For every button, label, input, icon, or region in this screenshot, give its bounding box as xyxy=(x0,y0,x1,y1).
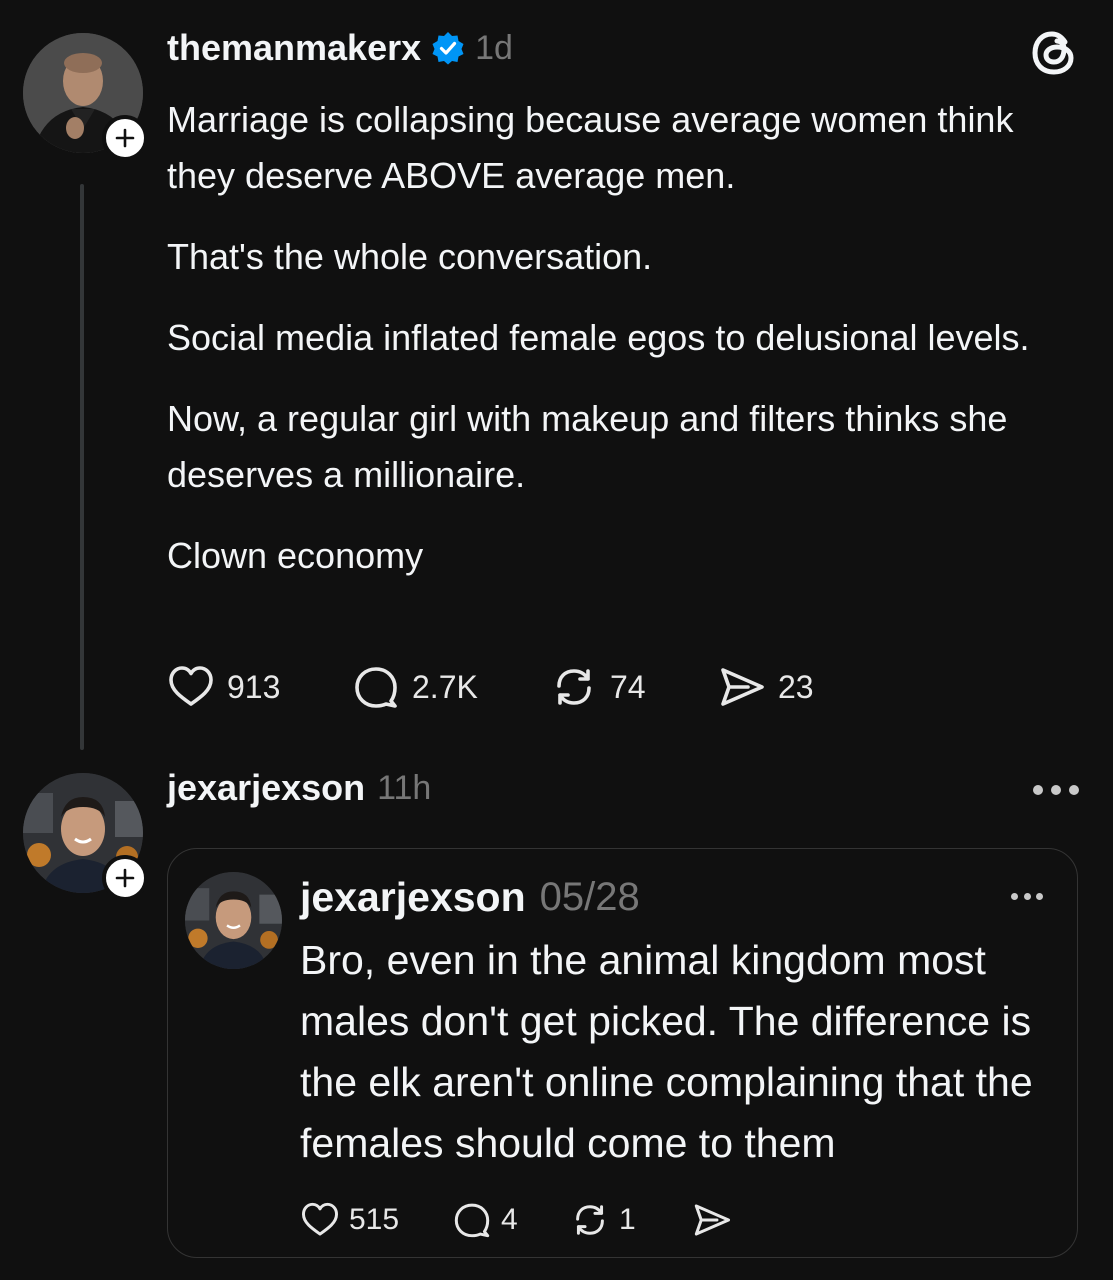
repost-button[interactable]: 1 xyxy=(570,1201,692,1239)
like-button[interactable]: 913 xyxy=(167,664,352,710)
quoted-action-bar: 515 4 1 xyxy=(300,1200,732,1240)
follow-button[interactable] xyxy=(102,855,148,901)
repost-button[interactable]: 74 xyxy=(550,664,718,710)
quoted-text: Bro, even in the animal kingdom most mal… xyxy=(300,937,1033,1166)
reply-button[interactable]: 2.7K xyxy=(352,664,550,710)
reply-timestamp: 11h xyxy=(377,768,432,807)
like-count: 515 xyxy=(349,1203,400,1236)
post-paragraph: Clown economy xyxy=(167,535,424,576)
share-button[interactable]: 23 xyxy=(718,664,814,710)
plus-icon xyxy=(115,128,135,148)
repost-count: 74 xyxy=(610,668,646,705)
reply-count: 2.7K xyxy=(412,668,478,705)
follow-button[interactable] xyxy=(102,115,148,161)
reply-header: jexarjexson 11h xyxy=(167,764,431,812)
post-action-bar: 913 2.7K 74 23 xyxy=(167,664,814,710)
thread-connector-line xyxy=(80,184,84,750)
plus-icon xyxy=(115,868,135,888)
post-paragraph: Now, a regular girl with makeup and filt… xyxy=(167,398,1008,495)
send-icon xyxy=(721,668,764,706)
reply-username[interactable]: jexarjexson xyxy=(167,767,365,809)
share-button[interactable] xyxy=(692,1201,732,1239)
post-username[interactable]: themanmakerx xyxy=(167,27,421,69)
post-body: Marriage is collapsing because average w… xyxy=(167,92,1067,584)
threads-logo-icon[interactable] xyxy=(1030,28,1078,78)
quoted-username: jexarjexson xyxy=(300,873,526,920)
like-count: 913 xyxy=(227,668,281,705)
reply-count: 4 xyxy=(501,1203,518,1236)
share-count: 23 xyxy=(778,668,814,705)
more-horizontal-icon[interactable] xyxy=(1033,784,1079,796)
heart-icon xyxy=(169,666,213,706)
verified-badge-icon xyxy=(431,31,465,65)
post-header: themanmakerx 1d xyxy=(167,24,513,72)
repost-icon xyxy=(576,1205,604,1235)
quoted-date: 05/28 xyxy=(539,874,640,919)
quoted-more-icon[interactable] xyxy=(1011,892,1043,900)
heart-icon xyxy=(301,1202,339,1236)
like-button[interactable]: 515 xyxy=(300,1201,452,1239)
post-paragraph: Social media inflated female egos to del… xyxy=(167,317,1030,358)
post-timestamp: 1d xyxy=(475,28,513,67)
post-paragraph: That's the whole conversation. xyxy=(167,236,653,277)
post-paragraph: Marriage is collapsing because average w… xyxy=(167,99,1014,196)
comment-icon xyxy=(355,667,397,708)
send-icon xyxy=(694,1204,731,1236)
quoted-avatar xyxy=(185,872,282,969)
repost-count: 1 xyxy=(619,1203,636,1236)
reply-button[interactable]: 4 xyxy=(452,1201,570,1239)
quoted-header: jexarjexson 05/28 xyxy=(300,870,640,924)
repost-icon xyxy=(557,669,591,705)
comment-icon xyxy=(454,1203,490,1238)
